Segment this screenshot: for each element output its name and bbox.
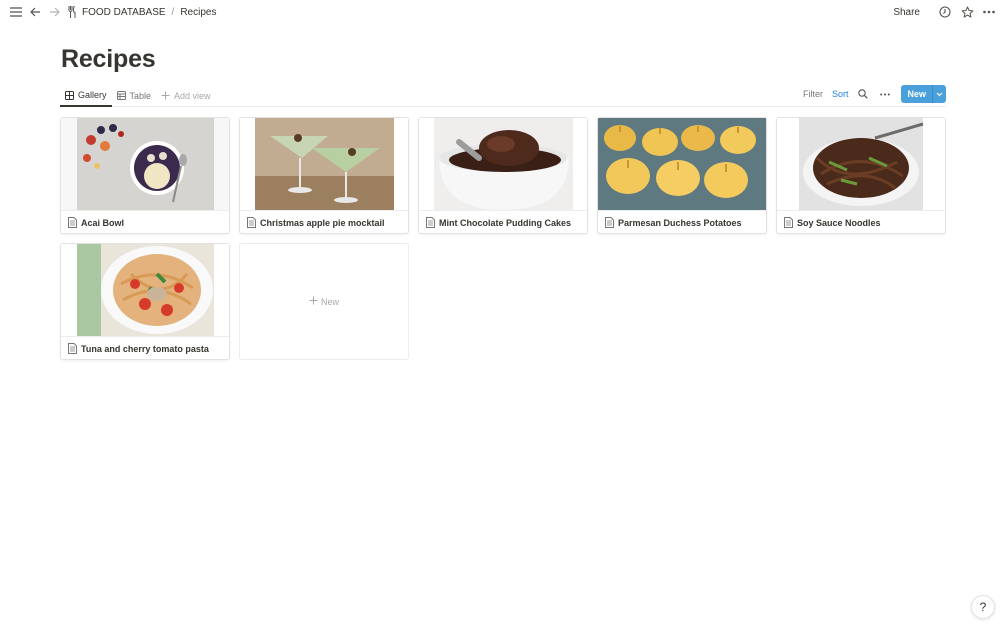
more-icon[interactable] [981, 4, 997, 20]
page-title[interactable]: Recipes [61, 45, 156, 74]
top-bar-left: FOOD DATABASE / Recipes [8, 3, 216, 21]
new-button-label[interactable]: New [901, 85, 932, 103]
menu-icon[interactable] [8, 4, 24, 20]
card-cover-image [61, 244, 229, 336]
table-icon [116, 91, 130, 100]
top-bar-right: Share [893, 3, 997, 21]
search-icon[interactable] [856, 87, 870, 101]
page-icon [68, 217, 77, 228]
help-button[interactable]: ? [971, 595, 995, 619]
gallery-card[interactable]: Christmas apple pie mocktail [239, 117, 409, 234]
card-title: Parmesan Duchess Potatoes [618, 217, 742, 228]
card-title: Tuna and cherry tomato pasta [81, 343, 209, 354]
view-tabs: Gallery Table Add view [60, 85, 216, 107]
gallery-card[interactable]: Acai Bowl [60, 117, 230, 234]
more-options-icon[interactable] [878, 87, 892, 101]
card-caption: Soy Sauce Noodles [777, 210, 945, 234]
card-cover-image [598, 118, 766, 210]
plus-icon [309, 296, 318, 307]
card-caption: Mint Chocolate Pudding Cakes [419, 210, 587, 234]
breadcrumb-separator: / [171, 6, 175, 18]
page-icon [426, 217, 435, 228]
sort-button[interactable]: Sort [832, 89, 849, 99]
page-icon [68, 343, 77, 354]
tab-gallery-label: Gallery [78, 90, 107, 100]
gallery-card[interactable]: Tuna and cherry tomato pasta [60, 243, 230, 360]
view-tools: Filter Sort New [794, 85, 946, 103]
card-title: Christmas apple pie mocktail [260, 217, 385, 228]
card-title: Acai Bowl [81, 217, 125, 228]
page-icon [247, 217, 256, 228]
card-caption: Parmesan Duchess Potatoes [598, 210, 766, 234]
star-icon[interactable] [959, 4, 975, 20]
chevron-down-icon[interactable] [932, 85, 946, 103]
tab-gallery[interactable]: Gallery [60, 85, 112, 107]
add-view-button[interactable]: Add view [156, 85, 216, 106]
plus-icon [161, 91, 174, 100]
back-arrow-icon[interactable] [27, 4, 43, 20]
card-caption: Tuna and cherry tomato pasta [61, 336, 229, 360]
card-caption: Christmas apple pie mocktail [240, 210, 408, 234]
new-card-placeholder[interactable]: New [239, 243, 409, 360]
new-button[interactable]: New [901, 85, 946, 103]
tab-table[interactable]: Table [112, 85, 157, 106]
breadcrumb-page[interactable]: Recipes [180, 7, 216, 18]
card-title: Soy Sauce Noodles [797, 217, 881, 228]
card-cover-image [61, 118, 229, 210]
clock-icon[interactable] [937, 4, 953, 20]
forward-arrow-icon[interactable] [46, 4, 62, 20]
view-bar: Gallery Table Add view Filter Sort New [60, 85, 946, 107]
page-icon [605, 217, 614, 228]
page-icon [784, 217, 793, 228]
share-button[interactable]: Share [893, 7, 920, 18]
breadcrumb-database[interactable]: FOOD DATABASE [82, 7, 166, 18]
new-card-button[interactable]: New [240, 244, 408, 359]
gallery-card[interactable]: Soy Sauce Noodles [776, 117, 946, 234]
breadcrumb: FOOD DATABASE / Recipes [68, 6, 216, 18]
gallery-icon [65, 90, 78, 100]
new-card-label: New [320, 296, 339, 307]
top-bar: FOOD DATABASE / Recipes Share [0, 0, 1005, 24]
fork-knife-icon [68, 6, 77, 18]
filter-button[interactable]: Filter [803, 89, 823, 99]
card-cover-image [777, 118, 945, 210]
gallery-card[interactable]: Mint Chocolate Pudding Cakes [418, 117, 588, 234]
card-caption: Acai Bowl [61, 210, 229, 234]
add-view-label: Add view [174, 90, 211, 101]
tab-table-label: Table [129, 90, 152, 101]
card-cover-image [419, 118, 587, 210]
card-title: Mint Chocolate Pudding Cakes [439, 217, 572, 228]
card-cover-image [240, 118, 408, 210]
gallery-card[interactable]: Parmesan Duchess Potatoes [597, 117, 767, 234]
